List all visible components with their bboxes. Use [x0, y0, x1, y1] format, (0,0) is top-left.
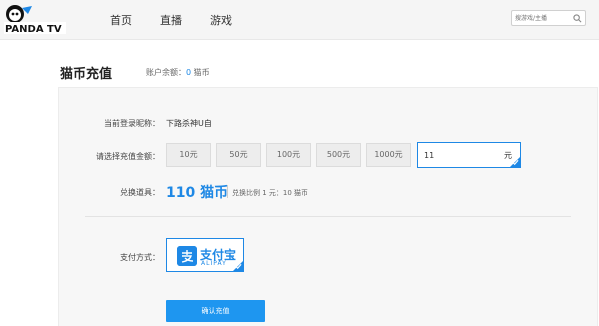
check-icon: [512, 159, 519, 166]
exchange-ratio: 兑换比例 1 元：10 猫币: [232, 189, 309, 197]
balance-label: 账户余额：: [146, 68, 186, 77]
confirm-recharge-button[interactable]: 确认充值: [166, 300, 265, 322]
page-title: 猫币充值: [60, 67, 113, 82]
amount-label: 请选择充值金额：: [96, 152, 160, 161]
exchange-divider: [227, 185, 228, 198]
balance-unit: 猫币: [191, 68, 210, 77]
logo-text: PANDA TV: [5, 24, 62, 35]
exchange-label: 兑换道具：: [120, 188, 160, 197]
nav-games[interactable]: 游戏: [210, 12, 232, 28]
check-icon: [235, 263, 242, 270]
custom-amount-field[interactable]: 元: [417, 142, 521, 168]
amount-option-10[interactable]: 10元: [166, 143, 211, 167]
nav-live[interactable]: 直播: [160, 12, 182, 28]
nickname-value: 下路杀神U自: [166, 119, 212, 128]
alipay-icon: [177, 246, 197, 266]
nav-home[interactable]: 首页: [110, 12, 132, 28]
search-box[interactable]: [511, 10, 586, 26]
pandatv-logo[interactable]: PANDA TV: [2, 2, 68, 36]
top-header: PANDA TV 首页 直播 游戏: [0, 0, 599, 40]
amount-option-50[interactable]: 50元: [216, 143, 261, 167]
account-balance: 账户余额：0 猫币: [146, 67, 210, 78]
alipay-name-en: ALIPAY: [201, 260, 227, 267]
amount-option-100[interactable]: 100元: [266, 143, 311, 167]
custom-amount-input[interactable]: [424, 149, 494, 162]
nickname-label: 当前登录昵称：: [104, 119, 160, 128]
section-divider: [85, 216, 571, 217]
search-icon[interactable]: [573, 14, 582, 23]
search-input[interactable]: [515, 11, 570, 25]
payment-option-alipay[interactable]: 支付宝 ALIPAY: [166, 238, 244, 272]
amount-option-1000[interactable]: 1000元: [366, 143, 411, 167]
payment-label: 支付方式：: [120, 253, 160, 262]
exchange-amount: 110 猫币: [166, 185, 229, 201]
amount-option-500[interactable]: 500元: [316, 143, 361, 167]
